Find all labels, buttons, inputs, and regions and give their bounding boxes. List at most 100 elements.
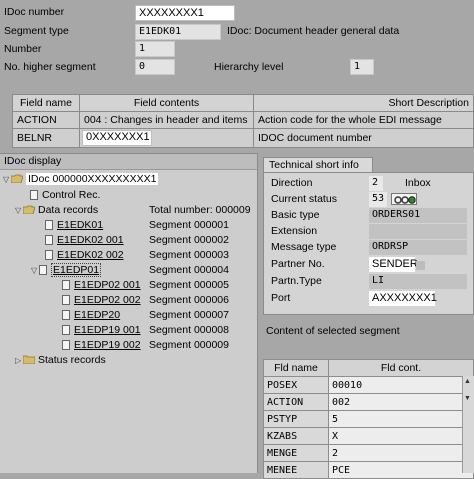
document-icon [62,280,70,290]
idoc-display-title: IDoc display [0,154,257,170]
extension-value [369,224,467,239]
tree-node-segment[interactable]: E1EDK01 [45,218,103,233]
higher-segment-field[interactable]: 0 [135,59,175,75]
table-row[interactable]: MENGE 2 [263,444,474,462]
basic-type-label: Basic type [271,209,320,221]
fld-name-cell: KZABS [263,427,329,445]
segment-number: Segment 000008 [149,324,229,336]
document-icon [30,190,38,200]
higher-segment-label: No. higher segment [4,61,96,73]
partner-type-value: LI [369,274,467,289]
partner-number-value[interactable]: SENDER [369,257,418,272]
document-icon [45,235,53,245]
partner-more-icon[interactable] [416,261,425,270]
folder-open-icon [22,204,36,215]
table-row[interactable]: POSEX 00010 [263,376,474,394]
status-traffic-light-icon[interactable] [391,193,417,205]
fld-name-cell: ACTION [263,393,329,411]
tree-node-segment[interactable]: E1EDP02 002 [62,293,141,308]
idoc-number-field[interactable]: XXXXXXXX1 [135,5,235,21]
tree-node-segment-expanded[interactable]: ▽ E1EDP01 [31,263,102,278]
fld-cont-cell[interactable]: 00010 [328,376,474,394]
message-type-value: ORDRSP [369,240,467,255]
tab-technical-short-info[interactable]: Technical short info [263,157,373,173]
number-field[interactable]: 1 [135,41,175,57]
document-icon [45,250,53,260]
tree-node-control-record[interactable]: Control Rec. [30,188,100,203]
segment-number: Segment 000002 [149,234,229,246]
field-contents-cell[interactable]: 0XXXXXXX1 [79,128,254,148]
column-field-name[interactable]: Field name [12,94,80,112]
direction-text: Inbox [405,177,431,189]
idoc-number-label: IDoc number [4,6,65,18]
message-type-label: Message type [271,241,337,253]
expand-down-icon[interactable]: ▽ [3,172,11,187]
segment-type-description: IDoc: Document header general data [227,25,400,37]
document-icon [39,265,47,275]
fld-cont-cell[interactable]: PCE [328,461,474,479]
segment-type-field[interactable]: E1EDK01 [135,24,221,40]
technical-info-panel: Direction 2 Inbox Current status 53 Basi… [263,172,474,315]
segment-content-title: Content of selected segment [266,325,400,337]
partner-number-label: Partner No. [271,258,325,270]
content-table-header: Fld name Fld cont. [263,359,474,377]
content-scrollbar[interactable]: ▲ ▼ [462,376,474,473]
fld-name-cell: POSEX [263,376,329,394]
root-idoc-label[interactable]: IDoc 000000XXXXXXXXX1 [26,173,159,185]
control-record-label: Control Rec. [42,189,101,201]
scroll-up-icon[interactable]: ▲ [464,378,471,385]
hierarchy-level-field[interactable]: 1 [350,59,374,75]
segment-number: Segment 000003 [149,249,229,261]
tree-node-root[interactable]: ▽ IDoc 000000XXXXXXXXX1 [3,172,159,187]
field-table-header: Field name Field contents Short Descript… [12,94,474,112]
direction-label: Direction [271,177,313,189]
table-row[interactable]: KZABS X [263,427,474,445]
total-number-text: Total number: 000009 [149,204,251,216]
table-row[interactable]: ACTION 004 : Changes in header and items… [12,111,474,129]
field-contents-cell[interactable]: 004 : Changes in header and items [79,111,254,129]
fld-cont-cell[interactable]: 5 [328,410,474,428]
tree-node-segment[interactable]: E1EDP20 [62,308,120,323]
segment-number: Segment 000007 [149,309,229,321]
field-description-cell: IDOC document number [253,128,474,148]
hierarchy-level-label: Hierarchy level [214,61,284,73]
tree-node-segment[interactable]: E1EDP19 002 [62,338,141,353]
table-row[interactable]: BELNR 0XXXXXXX1 IDOC document number [12,128,474,148]
table-row[interactable]: PSTYP 5 [263,410,474,428]
tree-node-segment[interactable]: E1EDP19 001 [62,323,141,338]
segment-number: Segment 000005 [149,279,229,291]
table-row[interactable]: MENEE PCE [263,461,474,479]
direction-value: 2 [369,176,383,191]
tree-node-data-records[interactable]: ▽ Data records [15,203,98,218]
segment-number: Segment 000001 [149,219,229,231]
column-fld-name[interactable]: Fld name [263,359,329,377]
column-short-description[interactable]: Short Description [253,94,474,112]
fld-cont-cell[interactable]: 2 [328,444,474,462]
port-label: Port [271,292,291,304]
field-name-cell: BELNR [12,128,80,148]
data-records-label: Data records [38,204,99,216]
basic-type-value: ORDERS01 [369,208,467,223]
folder-closed-icon [22,354,36,365]
tree-node-status-records[interactable]: ▷ Status records [15,353,106,368]
expand-down-icon[interactable]: ▽ [15,203,23,218]
column-fld-cont[interactable]: Fld cont. [328,359,474,377]
column-field-contents[interactable]: Field contents [79,94,254,112]
scroll-down-icon[interactable]: ▼ [464,395,471,402]
fld-cont-cell[interactable]: 002 [328,393,474,411]
status-records-label: Status records [38,354,106,366]
expand-down-icon[interactable]: ▽ [31,263,39,278]
tree-node-segment[interactable]: E1EDP02 001 [62,278,141,293]
fld-name-cell: PSTYP [263,410,329,428]
fld-cont-cell[interactable]: X [328,427,474,445]
tree-node-segment[interactable]: E1EDK02 002 [45,248,124,263]
expand-right-icon[interactable]: ▷ [15,353,23,368]
table-row[interactable]: ACTION 002 [263,393,474,411]
segment-number: Segment 000009 [149,339,229,351]
port-value[interactable]: AXXXXXXX1 [369,291,437,306]
field-description-cell: Action code for the whole EDI message [253,111,474,129]
belnr-value[interactable]: 0XXXXXXX1 [82,130,152,146]
fld-name-cell: MENGE [263,444,329,462]
idoc-tree-panel: IDoc display ▽ IDoc 000000XXXXXXXXX1 Cont… [0,153,258,473]
tree-node-segment[interactable]: E1EDK02 001 [45,233,124,248]
